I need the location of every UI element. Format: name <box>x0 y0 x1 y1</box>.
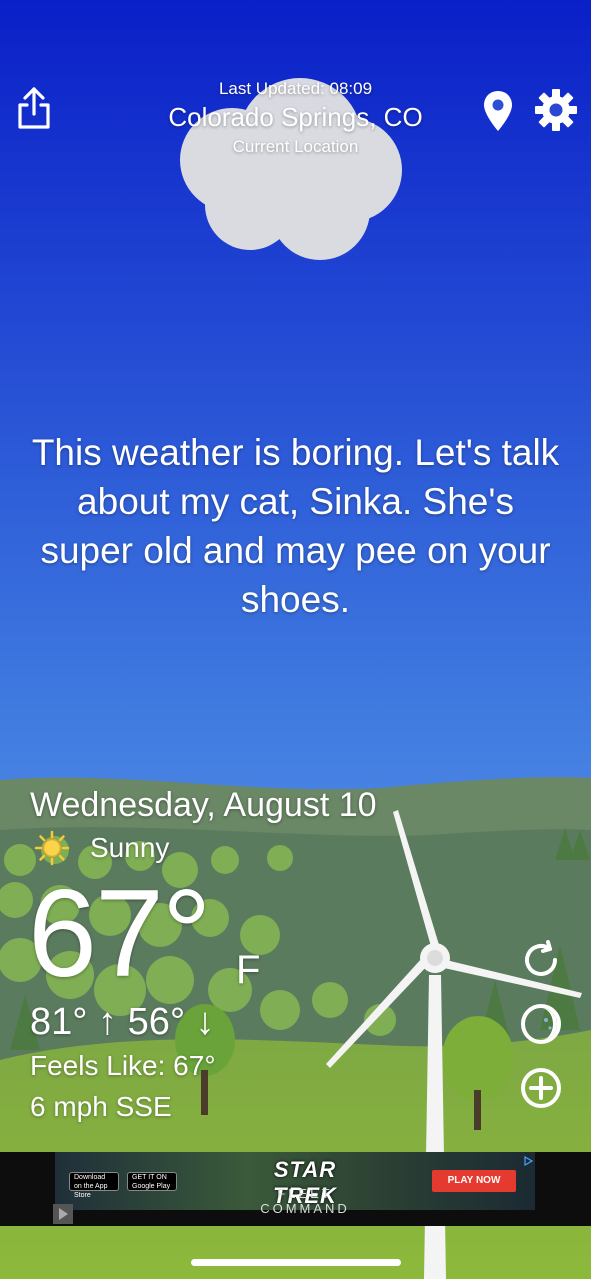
condition-text: Sunny <box>90 832 170 863</box>
ad-subtitle: FLEET COMMAND <box>260 1186 350 1216</box>
moon-phase-icon[interactable] <box>519 1002 563 1046</box>
app-store-badge[interactable]: Download on the App Store <box>69 1172 119 1199</box>
weather-scene <box>0 0 591 1279</box>
high-low-temperature: 81° ↑ 56° ↓ <box>30 1001 215 1043</box>
sun-icon <box>34 830 70 866</box>
gear-icon[interactable] <box>534 88 578 132</box>
ad-choices-icon[interactable] <box>523 1153 534 1167</box>
refresh-icon[interactable] <box>519 938 563 982</box>
feels-like-text: Feels Like: 67° <box>30 1050 216 1081</box>
ad-banner[interactable]: Download on the App Store GET IT ON Goog… <box>0 1152 591 1226</box>
wind-text: 6 mph SSE <box>30 1091 172 1122</box>
temperature-unit[interactable]: F <box>236 948 260 993</box>
date-text: Wednesday, August 10 <box>30 786 377 824</box>
current-temperature: 67° <box>28 865 212 1003</box>
home-indicator[interactable] <box>191 1259 401 1266</box>
ad-play-now-button[interactable]: PLAY NOW <box>432 1170 516 1192</box>
ad-creative[interactable]: Download on the App Store GET IT ON Goog… <box>55 1152 535 1216</box>
location-pin-icon[interactable] <box>483 90 513 132</box>
weather-message: This weather is boring. Let's talk about… <box>31 432 560 620</box>
ad-play-icon[interactable] <box>53 1204 73 1224</box>
location-subtitle: Current Location <box>232 137 359 156</box>
add-icon[interactable] <box>519 1066 563 1110</box>
share-icon[interactable] <box>16 86 52 130</box>
google-play-badge[interactable]: GET IT ON Google Play <box>127 1172 177 1191</box>
